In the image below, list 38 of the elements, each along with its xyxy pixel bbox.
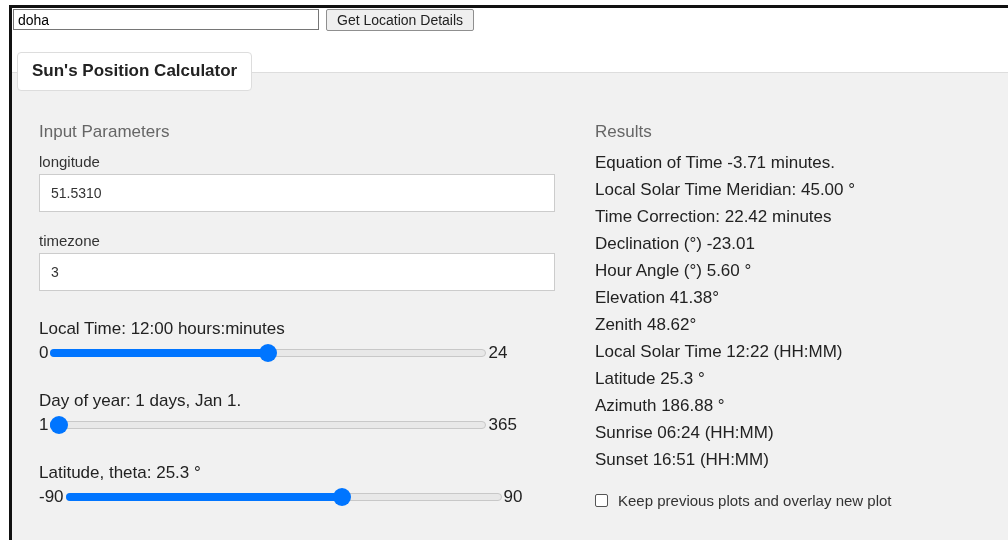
result-line: Zenith 48.62° [595, 315, 698, 336]
slider-label: Latitude, theta: 25.3 ° [39, 463, 202, 483]
result-line: Equation of Time -3.71 minutes. [595, 153, 837, 174]
slider-thumb[interactable] [50, 416, 69, 434]
checkbox[interactable] [595, 494, 608, 507]
search-field[interactable]: doha [13, 9, 319, 30]
slider[interactable] [50, 344, 487, 362]
slider[interactable] [65, 488, 502, 506]
slider[interactable] [50, 416, 487, 434]
input-field[interactable]: 3 [39, 253, 555, 291]
slider-min: 0 [39, 343, 49, 363]
result-line: Declination (°) -23.01 [595, 234, 756, 255]
checkbox-label: Keep previous plots and overlay new plot [618, 492, 892, 509]
slider-min: 1 [39, 415, 49, 435]
slider-max: 365 [488, 415, 517, 435]
result-line: Time Correction: 22.42 minutes [595, 207, 833, 228]
slider-max: 90 [503, 487, 523, 507]
result-line: Latitude 25.3 ° [595, 369, 706, 390]
result-line: Local Solar Time Meridian: 45.00 ° [595, 180, 857, 201]
slider-max: 24 [488, 343, 508, 363]
result-line: Local Solar Time 12:22 (HH:MM) [595, 342, 844, 363]
get-location-button[interactable]: Get Location Details [326, 9, 475, 31]
tab[interactable]: Sun's Position Calculator [17, 52, 253, 91]
slider-min: -90 [39, 487, 64, 507]
field-label: longitude [39, 153, 101, 170]
field-label: timezone [39, 232, 101, 249]
input-field[interactable]: 51.5310 [39, 174, 555, 212]
slider-label: Day of year: 1 days, Jan 1. [39, 391, 243, 411]
result-line: Elevation 41.38° [595, 288, 720, 309]
result-line: Azimuth 186.88 ° [595, 396, 726, 417]
section-title: Results [595, 122, 653, 142]
result-line: Sunset 16:51 (HH:MM) [595, 450, 770, 471]
result-line: Hour Angle (°) 5.60 ° [595, 261, 753, 282]
result-line: Sunrise 06:24 (HH:MM) [595, 423, 775, 444]
section-title: Input Parameters [39, 122, 171, 142]
slider-label: Local Time: 12:00 hours:minutes [39, 319, 286, 339]
slider-thumb[interactable] [259, 344, 278, 362]
slider-thumb[interactable] [333, 488, 352, 506]
